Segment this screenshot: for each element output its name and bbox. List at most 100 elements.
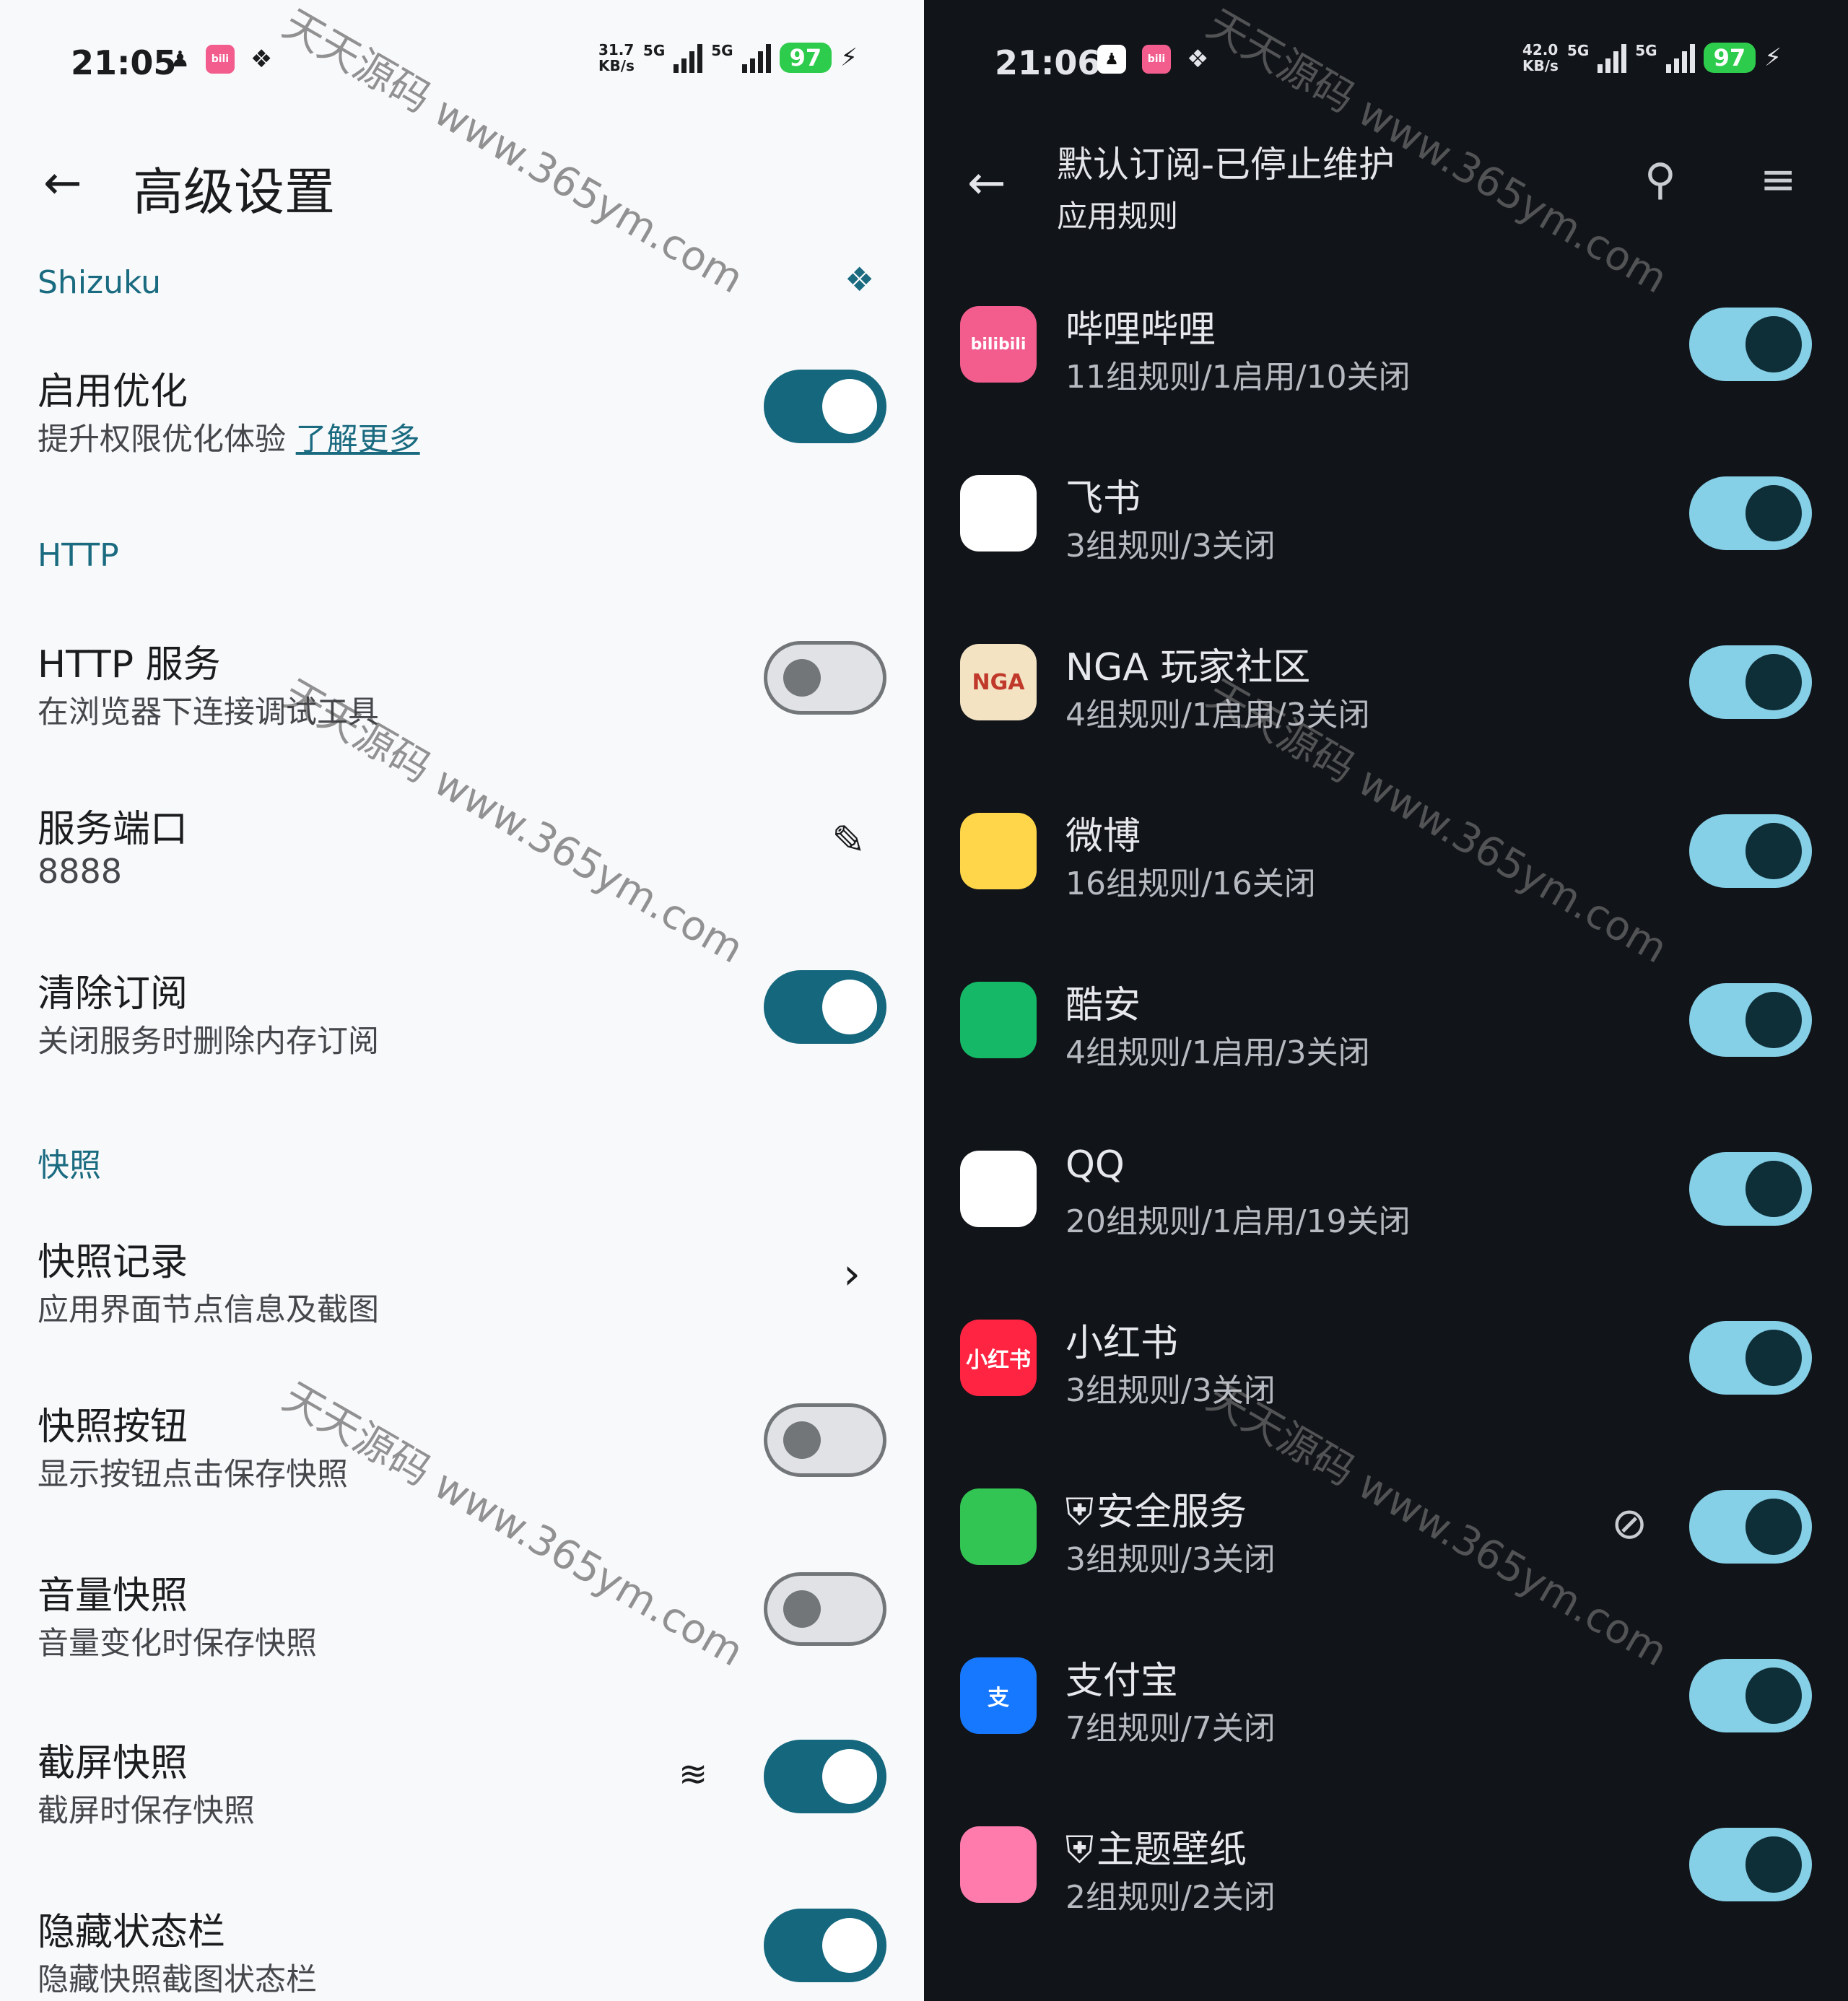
app-rules-summary: 4组规则/1启用/3关闭 xyxy=(1065,1034,1370,1071)
app-rules-summary: 11组规则/1启用/10关闭 xyxy=(1065,359,1411,396)
coolapk-icon xyxy=(960,982,1037,1058)
bilibili-icon: bilibili xyxy=(960,306,1037,383)
settings-sliders-icon[interactable]: ≋ xyxy=(679,1754,707,1795)
row-title-service-port: 服务端口 xyxy=(38,808,188,851)
battery-level: 97 xyxy=(1703,43,1756,73)
status-right: 31.7 KB/s 5G 5G 97 ⚡ xyxy=(598,42,858,74)
status-right: 42.0 KB/s 5G 5G 97 ⚡ xyxy=(1522,42,1782,74)
shizuku-icon: ❖ xyxy=(845,260,875,299)
net-type-2: 5G xyxy=(711,42,733,59)
app-rules-summary: 16组规则/16关闭 xyxy=(1065,866,1316,902)
search-icon[interactable]: ⚲ xyxy=(1644,154,1676,205)
row-sub-http-service: 在浏览器下连接调试工具 xyxy=(38,694,379,731)
shield-icon: ⛨ xyxy=(1065,1491,1094,1534)
app-enable-toggle[interactable] xyxy=(1689,308,1812,381)
signal-icon-2 xyxy=(1665,43,1695,73)
app-enable-toggle[interactable] xyxy=(1689,983,1812,1057)
charging-icon: ⚡ xyxy=(840,43,858,72)
app-enable-toggle[interactable] xyxy=(1689,1490,1812,1564)
status-bar: 21:06 ♟ bili ❖ 42.0 KB/s 5G 5G 97 ⚡ xyxy=(924,35,1848,92)
app-enable-toggle[interactable] xyxy=(1689,1321,1812,1395)
row-title-enable-optimization: 启用优化 xyxy=(38,370,188,414)
xiaohongshu-icon: 小红书 xyxy=(960,1320,1037,1396)
shield-icon: ⛨ xyxy=(1065,1828,1094,1872)
signal-icon-1 xyxy=(674,43,703,73)
app-enable-toggle[interactable] xyxy=(1689,1828,1812,1901)
app-rules-summary: 3组规则/3关闭 xyxy=(1065,1541,1276,1578)
charging-icon: ⚡ xyxy=(1764,43,1782,72)
row-sub-volume-snapshot: 音量变化时保存快照 xyxy=(38,1626,317,1662)
enable-optimization-toggle[interactable] xyxy=(764,370,886,443)
app-enable-toggle[interactable] xyxy=(1689,1659,1812,1732)
app-rules-summary: 20组规则/1启用/19关闭 xyxy=(1065,1203,1411,1240)
app-enable-toggle[interactable] xyxy=(1689,645,1812,719)
net-type-1: 5G xyxy=(1566,42,1590,59)
section-http: HTTP xyxy=(38,537,119,574)
app-rules-summary: 3组规则/3关闭 xyxy=(1065,1372,1276,1409)
screenshot-snapshot-toggle[interactable] xyxy=(764,1740,886,1813)
service-port-value: 8888 xyxy=(38,852,123,891)
diamond-icon: ❖ xyxy=(250,45,273,74)
net-type-2: 5G xyxy=(1635,42,1657,59)
row-title-http-service: HTTP 服务 xyxy=(38,643,221,686)
page-title: 高级设置 xyxy=(133,162,335,222)
row-title-snapshot-records: 快照记录 xyxy=(38,1241,188,1284)
bilibili-mini-icon: bili xyxy=(1142,45,1171,74)
app-rules-summary: 7组规则/7关闭 xyxy=(1065,1710,1276,1747)
row-title-volume-snapshot: 音量快照 xyxy=(38,1574,188,1618)
volume-snapshot-toggle[interactable] xyxy=(764,1572,886,1646)
app-enable-toggle[interactable] xyxy=(1689,476,1812,550)
app-rules-summary: 2组规则/2关闭 xyxy=(1065,1879,1276,1916)
net-type-1: 5G xyxy=(642,42,666,59)
left-panel: 21:05 ♟ bili ❖ 31.7 KB/s 5G 5G 97 ⚡ ← 高级设… xyxy=(0,0,924,2001)
status-time: 21:05 xyxy=(71,43,177,82)
battery-level: 97 xyxy=(779,43,832,73)
chevron-right-icon[interactable]: › xyxy=(843,1249,860,1299)
net-speed: 31.7 KB/s xyxy=(598,41,635,74)
app-name: ⛨安全服务 xyxy=(1065,1491,1247,1534)
app-rules-summary: 3组规则/3关闭 xyxy=(1065,528,1276,564)
bilibili-mini-icon: bili xyxy=(205,45,235,74)
right-panel: 21:06 ♟ bili ❖ 42.0 KB/s 5G 5G 97 ⚡ ← 默认订… xyxy=(924,0,1848,2001)
app-name: 支付宝 xyxy=(1065,1660,1179,1703)
page-subtitle: 应用规则 xyxy=(1057,199,1179,234)
row-sub-snapshot-records: 应用界面节点信息及截图 xyxy=(38,1292,379,1328)
edit-pencil-icon[interactable]: ✎ xyxy=(832,817,866,864)
app-name: ⛨主题壁纸 xyxy=(1065,1828,1247,1872)
back-arrow-icon[interactable]: ← xyxy=(967,160,1006,206)
status-time: 21:06 xyxy=(995,43,1101,82)
sort-filter-icon[interactable]: ≡ xyxy=(1760,154,1796,205)
clear-subscription-toggle[interactable] xyxy=(764,970,886,1044)
status-icons: ♟ bili ❖ xyxy=(170,45,272,74)
status-icons: ♟ bili ❖ xyxy=(1097,45,1208,74)
watermark: 天天源码 www.365ym.com xyxy=(275,1374,751,1676)
row-title-hide-statusbar: 隐藏状态栏 xyxy=(38,1911,226,1954)
weibo-icon xyxy=(960,813,1037,889)
alipay-icon: 支 xyxy=(960,1657,1037,1734)
nga-icon: NGA xyxy=(960,644,1037,720)
snapshot-button-toggle[interactable] xyxy=(764,1403,886,1477)
section-snapshot: 快照 xyxy=(38,1147,101,1184)
photo-icon: ♟ xyxy=(1097,45,1126,74)
signal-icon-1 xyxy=(1598,43,1627,73)
page-title: 默认订阅-已停止维护 xyxy=(1057,144,1395,186)
blocked-icon: ⊘ xyxy=(1611,1499,1648,1549)
app-name: 酷安 xyxy=(1065,984,1141,1027)
qq-icon xyxy=(960,1151,1037,1227)
app-enable-toggle[interactable] xyxy=(1689,1152,1812,1226)
row-title-clear-subscription: 清除订阅 xyxy=(38,972,188,1016)
learn-more-link[interactable]: 了解更多 xyxy=(296,422,420,458)
http-service-toggle[interactable] xyxy=(764,641,886,715)
app-enable-toggle[interactable] xyxy=(1689,814,1812,888)
app-rules-summary: 4组规则/1启用/3关闭 xyxy=(1065,697,1370,733)
back-arrow-icon[interactable]: ← xyxy=(43,160,82,206)
row-sub-hide-statusbar: 隐藏快照截图状态栏 xyxy=(38,1962,317,1998)
user-icon: ♟ xyxy=(170,46,190,72)
hide-statusbar-toggle[interactable] xyxy=(764,1909,886,1982)
watermark: 天天源码 www.365ym.com xyxy=(1199,1374,1675,1676)
app-name: 小红书 xyxy=(1065,1322,1179,1365)
app-name: 飞书 xyxy=(1065,477,1141,520)
section-shizuku: Shizuku xyxy=(38,264,162,301)
row-sub-enable-optimization: 提升权限优化体验 了解更多 xyxy=(38,422,420,458)
status-bar: 21:05 ♟ bili ❖ 31.7 KB/s 5G 5G 97 ⚡ xyxy=(0,35,924,92)
